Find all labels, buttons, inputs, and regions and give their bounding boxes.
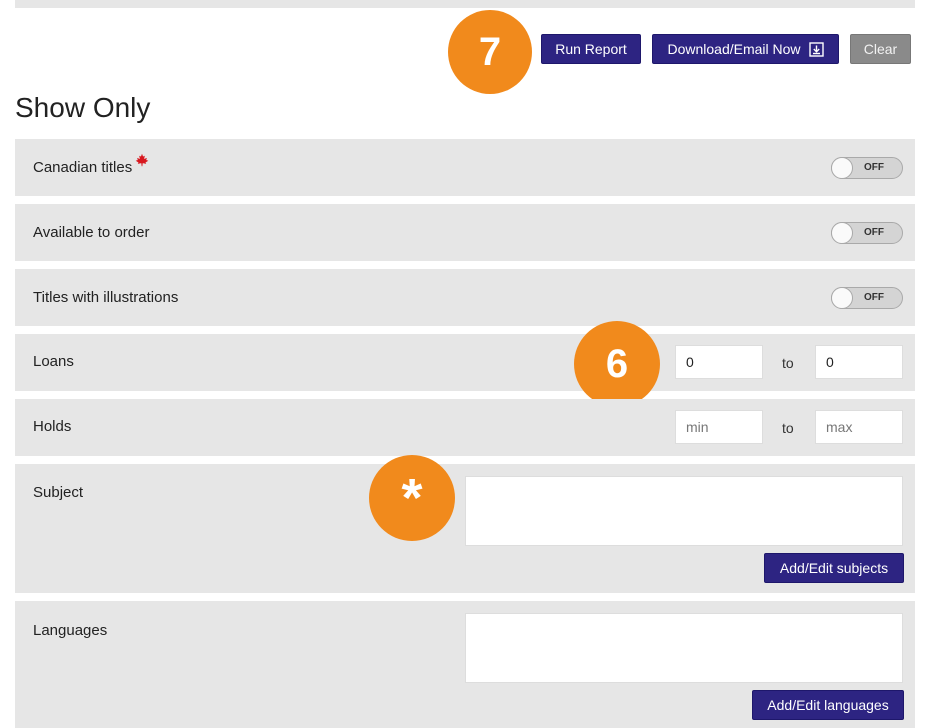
maple-leaf-icon <box>135 153 149 167</box>
canadian-titles-toggle[interactable]: OFF <box>831 157 903 179</box>
holds-min-input[interactable] <box>675 410 763 444</box>
holds-max-input[interactable] <box>815 410 903 444</box>
download-email-button[interactable]: Download/Email Now <box>652 34 839 64</box>
loans-min-input[interactable] <box>675 345 763 379</box>
available-to-order-toggle[interactable]: OFF <box>831 222 903 244</box>
filter-row-illustrations: Titles with illustrations OFF <box>15 269 915 326</box>
run-report-button[interactable]: Run Report <box>541 34 641 64</box>
download-email-label: Download/Email Now <box>667 41 801 57</box>
holds-to-label: to <box>782 420 794 436</box>
download-icon <box>808 41 824 57</box>
toggle-state: OFF <box>864 292 884 303</box>
toggle-state: OFF <box>864 227 884 238</box>
subject-textarea[interactable] <box>465 476 903 546</box>
available-to-order-label: Available to order <box>33 224 150 241</box>
toggle-knob <box>831 287 853 309</box>
loans-to-label: to <box>782 355 794 371</box>
loans-label: Loans <box>33 353 74 370</box>
loans-max-input[interactable] <box>815 345 903 379</box>
clear-button[interactable]: Clear <box>850 34 911 64</box>
toggle-knob <box>831 222 853 244</box>
toggle-knob <box>831 157 853 179</box>
filter-row-holds: Holds to <box>15 399 915 456</box>
filter-row-languages: Languages Add/Edit languages <box>15 601 915 728</box>
subject-label: Subject <box>33 484 84 501</box>
step-badge-7: 7 <box>448 10 532 94</box>
filter-row-canadian: Canadian titles OFF <box>15 139 915 196</box>
languages-textarea[interactable] <box>465 613 903 683</box>
filter-row-available: Available to order OFF <box>15 204 915 261</box>
asterisk-badge: * <box>369 455 455 541</box>
languages-label: Languages <box>33 622 108 639</box>
filter-row-loans: Loans to <box>15 334 915 391</box>
top-panel-edge <box>15 0 915 8</box>
add-edit-subjects-button[interactable]: Add/Edit subjects <box>764 553 904 583</box>
illustrations-toggle[interactable]: OFF <box>831 287 903 309</box>
canadian-titles-label: Canadian titles <box>33 159 133 176</box>
step-badge-6: 6 <box>574 321 660 407</box>
toggle-state: OFF <box>864 162 884 173</box>
add-edit-languages-button[interactable]: Add/Edit languages <box>752 690 904 720</box>
section-title: Show Only <box>15 92 151 123</box>
holds-label: Holds <box>33 418 72 435</box>
illustrations-label: Titles with illustrations <box>33 289 179 306</box>
filter-row-subject: Subject Add/Edit subjects <box>15 464 915 593</box>
